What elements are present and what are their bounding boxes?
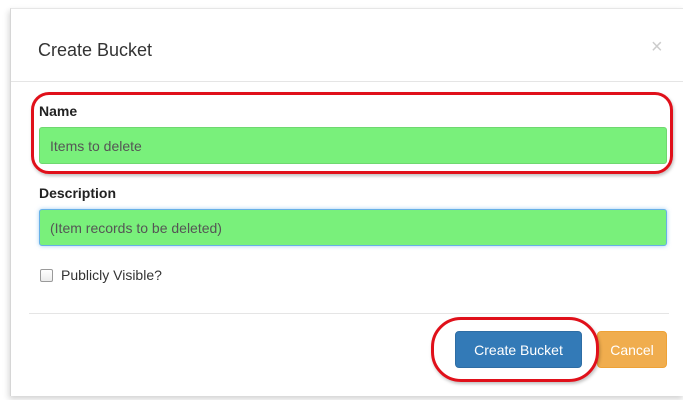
description-label: Description — [39, 185, 117, 201]
create-bucket-button[interactable]: Create Bucket — [455, 331, 582, 368]
close-icon[interactable]: × — [651, 37, 663, 57]
modal-title: Create Bucket — [38, 40, 153, 60]
name-label: Name — [39, 103, 78, 119]
description-input[interactable] — [39, 209, 667, 246]
page: Create Bucket × Name Description Publicl… — [0, 0, 683, 400]
footer-divider — [29, 313, 669, 314]
name-input[interactable] — [39, 127, 667, 164]
create-bucket-dialog: Create Bucket × Name Description Publicl… — [10, 8, 683, 396]
cancel-button[interactable]: Cancel — [597, 331, 667, 368]
modal-header: Create Bucket × — [11, 9, 683, 82]
publicly-visible-label: Publicly Visible? — [61, 267, 162, 283]
publicly-visible-row[interactable]: Publicly Visible? — [40, 267, 162, 283]
publicly-visible-checkbox[interactable] — [40, 268, 53, 282]
